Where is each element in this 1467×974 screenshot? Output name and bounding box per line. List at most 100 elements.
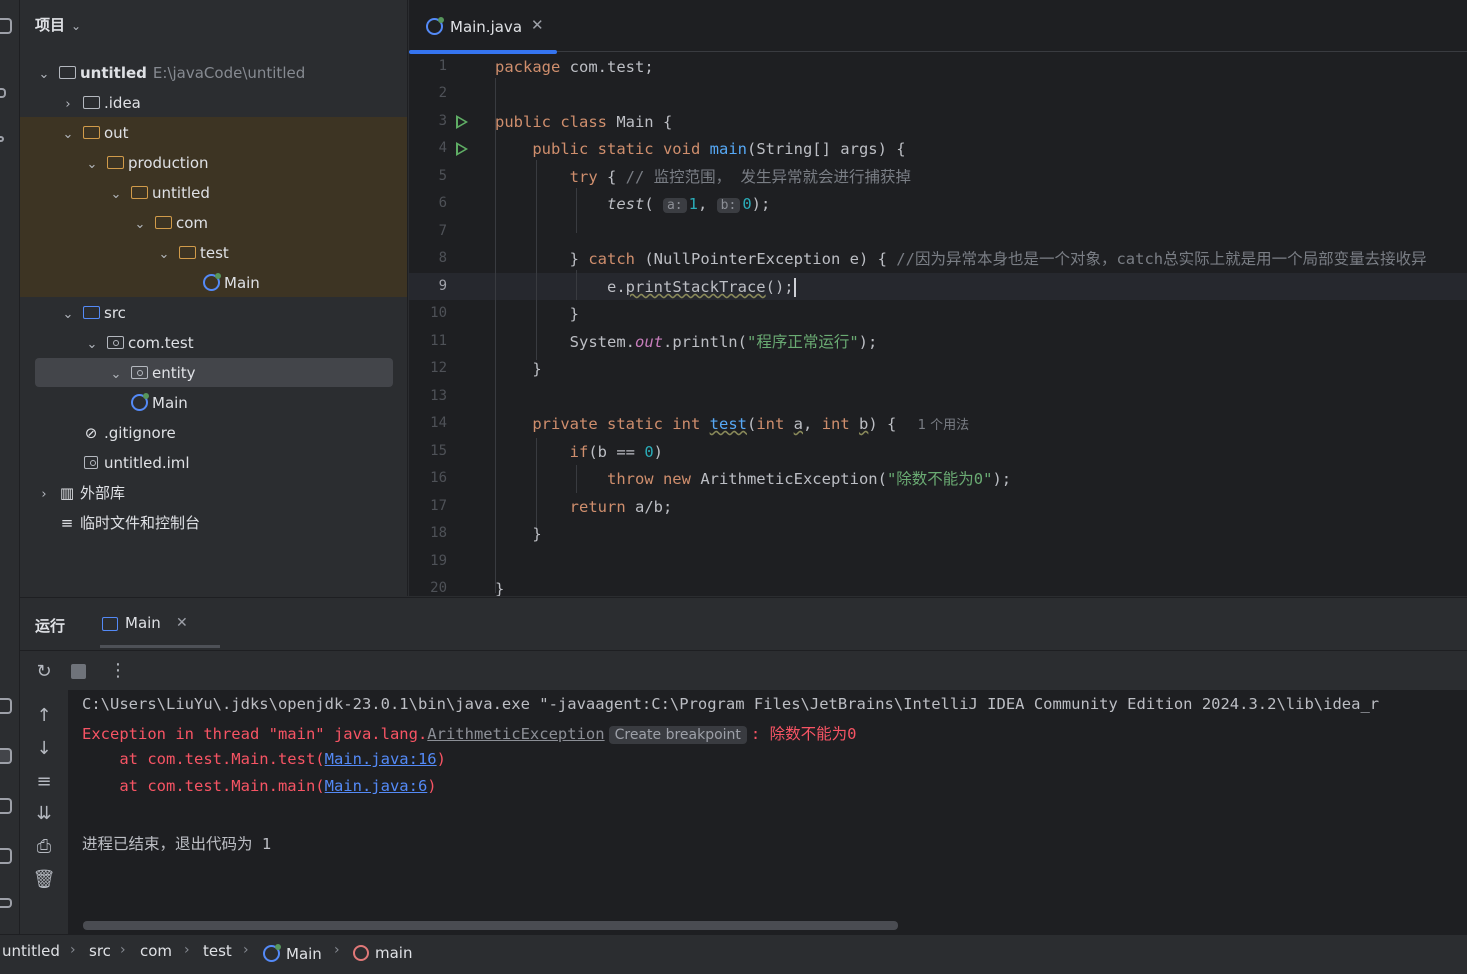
line-number: 11 [430, 333, 447, 349]
tree-item-label: 外部库 [80, 484, 126, 502]
services-tool-icon[interactable] [0, 698, 12, 714]
chevron-right-icon: › [120, 942, 126, 958]
line-number: 15 [430, 443, 447, 459]
chevron-down-icon[interactable]: ⌄ [152, 240, 176, 270]
run-gutter-icon[interactable] [456, 115, 468, 129]
active-tab-indicator [100, 645, 220, 648]
chevron-down-icon[interactable]: ⌄ [128, 210, 152, 240]
tree-item-out-untitled[interactable]: ⌄ untitled [104, 178, 210, 208]
stack-frame-close: ) [427, 777, 437, 795]
tree-item-gitignore[interactable]: ⊘ .gitignore [80, 418, 176, 448]
tool-window-strip [0, 0, 20, 934]
chevron-down-icon[interactable]: ⌄ [104, 180, 128, 210]
breadcrumb-item[interactable]: src [89, 942, 111, 960]
chevron-right-icon[interactable]: › [32, 480, 56, 510]
scroll-to-end-icon[interactable]: ⇊ [32, 803, 56, 824]
more-tools-icon[interactable] [0, 136, 4, 142]
project-panel-title: 项目 [35, 16, 66, 34]
package-icon [128, 358, 150, 388]
exception-class-link[interactable]: ArithmeticException [427, 725, 604, 743]
breadcrumb-item-method[interactable]: main [353, 942, 412, 962]
chevron-down-icon[interactable]: ⌄ [56, 120, 80, 150]
scroll-up-icon[interactable]: ↑ [32, 705, 56, 726]
close-icon[interactable]: ✕ [176, 615, 188, 631]
problems-tool-icon[interactable] [0, 848, 12, 864]
tree-item-path: E:\javaCode\untitled [152, 64, 306, 82]
project-panel-header[interactable]: 项目 ⌄ [35, 14, 81, 35]
console-stack-line: at com.test.Main.test(Main.java:16) [82, 750, 446, 768]
stop-icon[interactable] [66, 663, 90, 684]
string-literal: "程序正常运行" [746, 333, 859, 351]
stack-frame-link[interactable]: Main.java:6 [325, 777, 428, 795]
breadcrumb: untitled › src › com › test › Main › mai… [0, 934, 1467, 974]
tree-item-src[interactable]: ⌄ src [56, 298, 126, 328]
git-tool-icon[interactable] [0, 898, 12, 908]
scroll-down-icon[interactable]: ↓ [32, 738, 56, 759]
code-line: test( a: 1, b: 0); [606, 195, 771, 213]
soft-wrap-icon[interactable]: ≡ [32, 771, 56, 792]
tree-item-com[interactable]: ⌄ com [128, 208, 209, 240]
rerun-icon[interactable]: ↻ [32, 661, 56, 682]
more-options-icon[interactable]: ⋮ [106, 660, 130, 681]
tree-item-entity[interactable]: ⌄ entity [104, 358, 196, 388]
stack-frame-text: at com.test.Main.test( [82, 750, 325, 768]
run-tab-main[interactable]: Main ✕ [100, 612, 220, 650]
horizontal-scrollbar[interactable] [83, 921, 898, 930]
project-tool-icon[interactable] [0, 18, 12, 34]
stack-frame-link[interactable]: Main.java:16 [325, 750, 437, 768]
method-icon [353, 945, 369, 961]
trash-icon[interactable]: 🗑 [32, 869, 56, 890]
tree-item-test[interactable]: ⌄ test [152, 238, 229, 268]
tree-item-root[interactable]: ⌄ untitled E:\javaCode\untitled [32, 58, 306, 90]
tree-item-out[interactable]: ⌄ out [56, 118, 129, 148]
chevron-down-icon[interactable]: ⌄ [80, 150, 104, 180]
breadcrumb-item[interactable]: com [140, 942, 172, 960]
terminal-tool-icon[interactable] [0, 798, 12, 814]
console-window-icon [102, 617, 118, 631]
breadcrumb-item[interactable]: untitled [2, 942, 60, 960]
tree-item-iml[interactable]: untitled.iml [80, 448, 190, 478]
chevron-down-icon[interactable]: ⌄ [80, 330, 104, 360]
breadcrumb-item-class[interactable]: Main [263, 942, 322, 963]
code-line: return a/b; [569, 498, 673, 516]
package-icon [104, 328, 126, 358]
java-class-icon [200, 268, 222, 298]
tree-item-external-libraries[interactable]: › ▥ 外部库 [32, 478, 125, 508]
tree-item-production[interactable]: ⌄ production [80, 148, 209, 178]
code-editor[interactable]: Main.java ✕ 1 2 3 4 5 6 7 8 9 10 11 12 1… [409, 0, 1467, 596]
usages-hint[interactable]: 1 个用法 [918, 418, 969, 433]
chevron-down-icon[interactable]: ⌄ [56, 300, 80, 330]
run-tab-label: Main [125, 614, 161, 632]
run-tool-icon[interactable] [0, 748, 12, 764]
excluded-folder-icon [176, 238, 198, 268]
stack-frame-close: ) [436, 750, 446, 768]
module-folder-icon [56, 58, 78, 88]
line-number: 3 [438, 113, 447, 129]
tree-item-label: Main [224, 274, 260, 292]
breadcrumb-item[interactable]: test [203, 942, 232, 960]
code-line: package com.test; [495, 58, 654, 76]
create-breakpoint-button[interactable]: Create breakpoint [608, 726, 747, 744]
tree-item-com-test[interactable]: ⌄ com.test [80, 328, 194, 358]
console-output[interactable]: C:\Users\LiuYu\.jdks\openjdk-23.0.1\bin\… [68, 690, 1467, 935]
tree-item-scratches[interactable]: ≡ 临时文件和控制台 [56, 508, 200, 538]
tree-item-label: Main [152, 394, 188, 412]
tree-item-out-main[interactable]: Main [200, 268, 260, 298]
selected-row-highlight [35, 358, 393, 387]
run-gutter-icon[interactable] [456, 142, 468, 156]
print-icon[interactable]: ⎙ [32, 836, 56, 857]
chevron-down-icon[interactable]: ⌄ [104, 360, 128, 390]
tree-item-src-main[interactable]: Main [128, 388, 188, 418]
line-number: 9 [438, 278, 447, 294]
chevron-right-icon[interactable]: › [56, 90, 80, 120]
source-folder-icon [80, 298, 102, 328]
tree-item-label: untitled [152, 184, 210, 202]
chevron-down-icon[interactable]: ⌄ [32, 60, 56, 90]
tree-item-label: entity [152, 364, 196, 382]
console-command-line: C:\Users\LiuYu\.jdks\openjdk-23.0.1\bin\… [82, 695, 1380, 713]
close-icon[interactable]: ✕ [531, 16, 544, 34]
line-number: 14 [430, 415, 447, 431]
commit-tool-icon[interactable] [0, 88, 6, 98]
tab-main-java[interactable]: Main.java ✕ [409, 8, 557, 54]
tree-item-idea[interactable]: › .idea [56, 88, 141, 118]
